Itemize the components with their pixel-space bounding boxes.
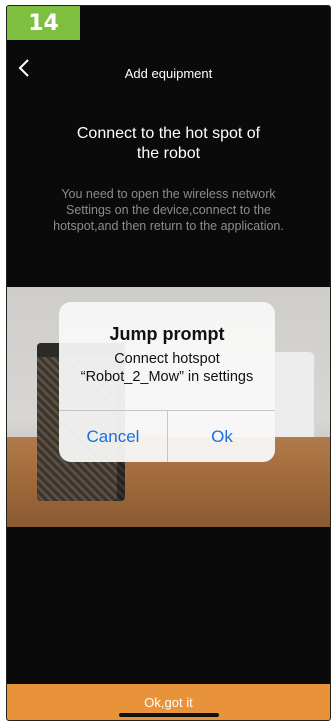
description-line: Settings on the device,connect to the <box>66 203 271 217</box>
description-line: You need to open the wireless network <box>61 187 276 201</box>
instruction-heading: Connect to the hot spot of the robot <box>27 124 310 164</box>
heading-line: the robot <box>136 145 201 162</box>
jump-prompt-dialog: Jump prompt Connect hotspot “Robot_2_Mow… <box>59 302 275 462</box>
ok-button[interactable]: Ok <box>168 411 275 462</box>
dialog-message-line: Connect hotspot <box>114 351 220 367</box>
dialog-message: Connect hotspot “Robot_2_Mow” in setting… <box>67 350 267 386</box>
step-badge: 14 <box>7 6 80 40</box>
dialog-message-line: “Robot_2_Mow” in settings <box>80 369 254 385</box>
description-line: hotspot,and then return to the applicati… <box>53 219 284 233</box>
instruction-description: You need to open the wireless network Se… <box>23 186 314 234</box>
phone-screen: 14 Add equipment Connect to the hot spot… <box>6 5 331 721</box>
dialog-title: Jump prompt <box>109 324 225 344</box>
chevron-left-icon[interactable] <box>17 58 31 78</box>
heading-line: Connect to the hot spot of <box>76 125 261 142</box>
home-indicator <box>119 713 219 717</box>
page-title: Add equipment <box>124 66 213 81</box>
cancel-button[interactable]: Cancel <box>59 411 167 462</box>
